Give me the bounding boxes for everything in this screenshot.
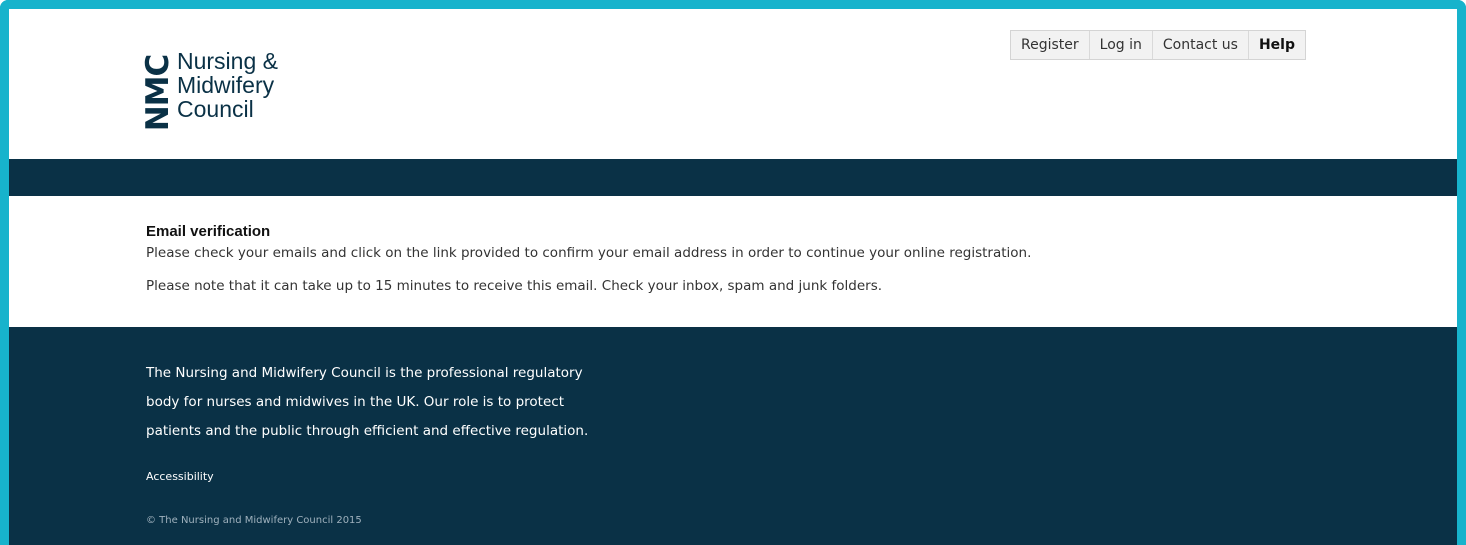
nmc-logo-mark: NMC: [140, 49, 176, 132]
utility-nav: Register Log in Contact us Help: [1010, 30, 1306, 60]
logo-line-3: Council: [177, 96, 254, 122]
nmc-logo[interactable]: NMC Nursing & Midwifery Council: [140, 49, 278, 132]
accessibility-link[interactable]: Accessibility: [146, 470, 214, 483]
verification-instructions: Please check your emails and click on th…: [146, 245, 1032, 261]
verification-note: Please note that it can take up to 15 mi…: [146, 278, 883, 294]
footer-about: The Nursing and Midwifery Council is the…: [146, 359, 686, 446]
page: NMC Nursing & Midwifery Council Register…: [9, 9, 1457, 545]
nav-register-link[interactable]: Register: [1011, 31, 1090, 59]
nmc-logo-text: Nursing & Midwifery Council: [177, 49, 278, 121]
main-content: Email verification Please check your ema…: [146, 221, 1346, 296]
page-title: Email verification: [146, 223, 271, 240]
nav-help-link[interactable]: Help: [1249, 31, 1305, 59]
logo-line-2: Midwifery: [177, 72, 275, 98]
browser-frame: NMC Nursing & Midwifery Council Register…: [0, 0, 1466, 545]
site-footer: The Nursing and Midwifery Council is the…: [9, 327, 1457, 545]
footer-about-line: patients and the public through efficien…: [146, 423, 589, 439]
nmc-logo-mark-text: NMC: [140, 54, 176, 132]
nav-contact-us-link[interactable]: Contact us: [1153, 31, 1249, 59]
footer-about-line: The Nursing and Midwifery Council is the…: [146, 365, 583, 381]
copyright-text: © The Nursing and Midwifery Council 2015: [146, 515, 362, 526]
logo-line-1: Nursing &: [177, 48, 278, 74]
site-header: NMC Nursing & Midwifery Council Register…: [9, 9, 1457, 159]
nav-login-link[interactable]: Log in: [1090, 31, 1153, 59]
header-band: [9, 159, 1457, 196]
footer-about-line: body for nurses and midwives in the UK. …: [146, 394, 564, 410]
